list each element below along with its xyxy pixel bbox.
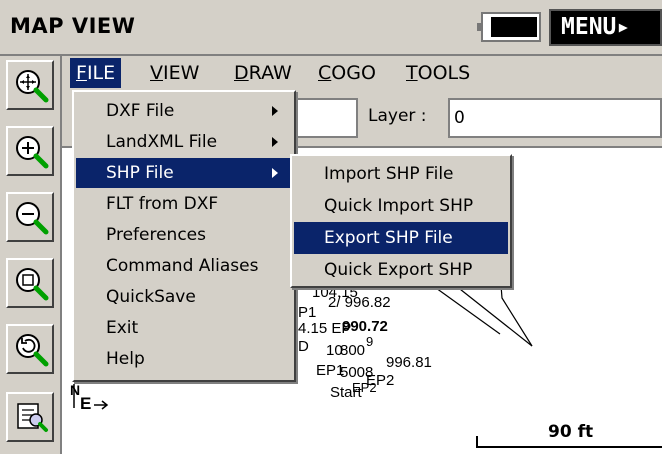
layer-label: Layer :	[368, 106, 427, 126]
east-arrow-label: E	[80, 394, 92, 413]
title-bar: MAP VIEW MENU▸	[0, 0, 662, 56]
layer-field[interactable]: 0	[448, 98, 662, 138]
menu-item-landxml-file[interactable]: LandXML File	[76, 127, 292, 157]
scale-bar	[476, 446, 662, 448]
menu-item-label: QuickSave	[106, 287, 196, 307]
name-field[interactable]	[296, 98, 358, 138]
battery-icon	[477, 12, 541, 42]
map-label: 9	[366, 334, 374, 349]
submenu-arrow-icon	[272, 168, 278, 178]
menu-item-label: DXF File	[106, 101, 175, 121]
identify-button[interactable]	[6, 392, 54, 442]
menu-item-quick-export-shp[interactable]: Quick Export SHP	[294, 254, 508, 286]
map-label: 990.72	[342, 318, 388, 335]
zoom-in-icon	[16, 136, 49, 169]
menu-view[interactable]: VIEW	[144, 58, 205, 88]
submenu-arrow-icon	[272, 137, 278, 147]
menu-item-label: Preferences	[106, 225, 206, 245]
map-label: 996.81	[386, 354, 432, 371]
zoom-extents-button[interactable]	[6, 60, 54, 110]
zoom-in-button[interactable]	[6, 126, 54, 176]
menu-item-label: SHP File	[106, 163, 174, 183]
menu-item-preferences[interactable]: Preferences	[76, 220, 292, 250]
zoom-extents-icon	[16, 70, 49, 103]
scale-label: 90 ft	[548, 422, 594, 442]
menu-item-label: Command Aliases	[106, 256, 259, 276]
menu-item-dxf-file[interactable]: DXF File	[76, 96, 292, 126]
map-label: EP2	[352, 380, 377, 395]
scale-bar-tick	[476, 436, 478, 448]
menu-item-quicksave[interactable]: QuickSave	[76, 282, 292, 312]
shp-submenu: Import SHP File Quick Import SHP Export …	[290, 154, 512, 288]
menu-item-help[interactable]: Help	[76, 344, 292, 374]
map-label: P1	[298, 304, 317, 321]
menu-item-label: Help	[106, 349, 145, 369]
menu-item-label: FLT from DXF	[106, 194, 219, 214]
left-toolbar	[0, 56, 62, 454]
menu-draw[interactable]: DRAW	[228, 58, 298, 88]
menu-item-exit[interactable]: Exit	[76, 313, 292, 343]
menu-item-import-shp-file[interactable]: Import SHP File	[294, 158, 508, 190]
zoom-out-icon	[16, 202, 49, 235]
menu-item-shp-file[interactable]: SHP File	[76, 158, 292, 188]
menu-item-command-aliases[interactable]: Command Aliases	[76, 251, 292, 281]
menu-item-export-shp-file[interactable]: Export SHP File	[294, 222, 508, 254]
menu-button[interactable]: MENU▸	[549, 9, 662, 46]
menu-tools[interactable]: TOOLS	[400, 58, 476, 88]
zoom-out-button[interactable]	[6, 192, 54, 242]
zoom-window-icon	[16, 268, 49, 301]
menubar: FILE VIEW DRAW COGO TOOLS	[62, 56, 662, 90]
map-label: 800	[340, 342, 366, 359]
zoom-window-button[interactable]	[6, 258, 54, 308]
identify-icon	[17, 403, 48, 432]
menu-item-label: Exit	[106, 318, 139, 338]
map-label: D	[298, 338, 309, 355]
menu-item-quick-import-shp[interactable]: Quick Import SHP	[294, 190, 508, 222]
submenu-arrow-icon	[272, 106, 278, 116]
menu-item-flt-from-dxf[interactable]: FLT from DXF	[76, 189, 292, 219]
app-title: MAP VIEW	[10, 14, 136, 38]
menu-file[interactable]: FILE	[70, 58, 122, 88]
east-arrow-icon	[94, 400, 109, 410]
map-label: 2/ 996.82	[328, 294, 391, 311]
menu-item-label: LandXML File	[106, 132, 218, 152]
zoom-previous-button[interactable]	[6, 324, 54, 374]
file-menu: DXF File LandXML File SHP File FLT from …	[72, 90, 296, 382]
zoom-previous-icon	[16, 334, 49, 367]
menu-cogo[interactable]: COGO	[312, 58, 382, 88]
